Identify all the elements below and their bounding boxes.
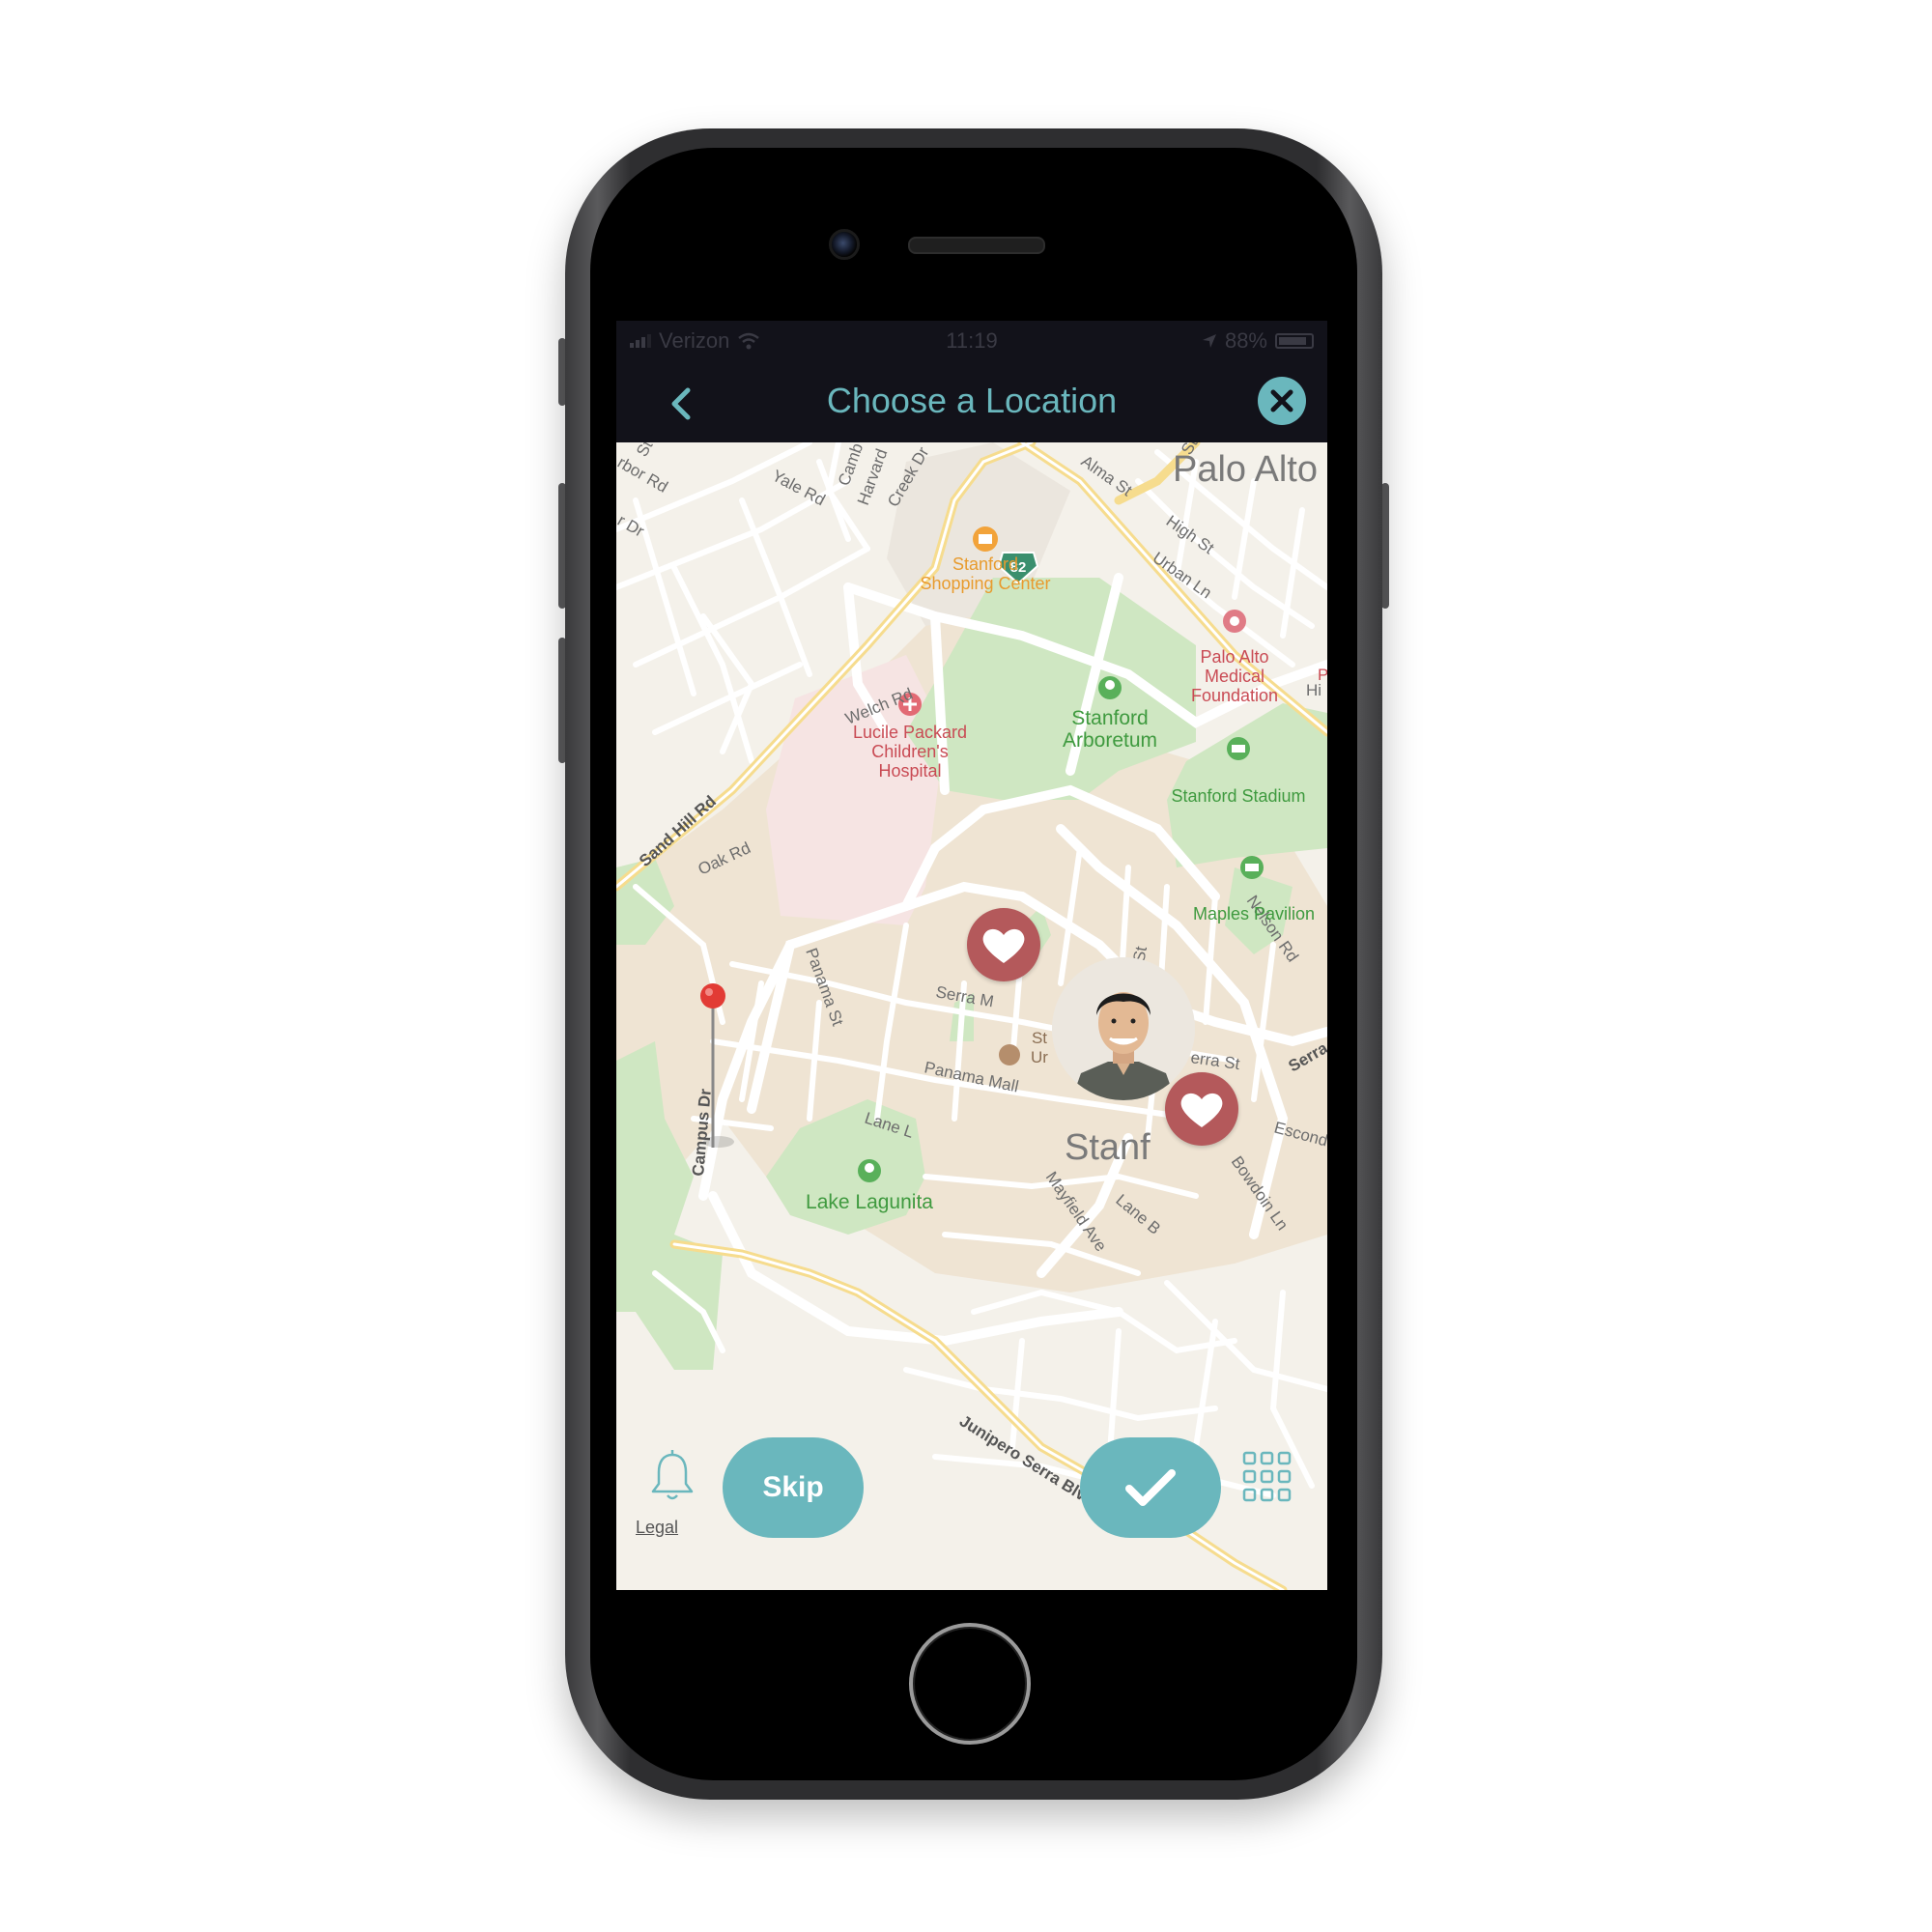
skip-button-label: Skip <box>762 1471 824 1503</box>
place-label-lucile: Hospital <box>878 761 941 781</box>
earpiece-speaker <box>908 237 1045 254</box>
battery-percent: 88% <box>1224 328 1267 353</box>
power-button <box>1381 483 1389 609</box>
map-view[interactable]: 82 Palo Alto Stanf Alma St High St Urban… <box>616 442 1327 1590</box>
close-button[interactable] <box>1258 377 1306 425</box>
place-label-arboretum: Stanford <box>1071 707 1148 729</box>
place-label-stadium: Stanford Stadium <box>1171 786 1305 806</box>
legal-link[interactable]: Legal <box>636 1518 678 1538</box>
close-icon <box>1270 389 1293 412</box>
checkmark-icon <box>1125 1469 1176 1506</box>
place-label-university: Ur <box>1031 1048 1048 1066</box>
home-button[interactable] <box>909 1623 1031 1745</box>
grid-icon <box>1242 1451 1292 1502</box>
place-label-shopping: Stanford <box>952 554 1018 574</box>
status-right: 88% <box>1202 328 1314 354</box>
app-screen: Verizon 11:19 88% Choose a Location 82 P… <box>616 321 1327 1590</box>
city-label-stanford: Stanf <box>1065 1127 1151 1168</box>
street-label: P <box>1318 666 1327 684</box>
place-label-lucile: Lucile Packard <box>853 723 967 742</box>
map-canvas[interactable]: 82 Palo Alto Stanf Alma St High St Urban… <box>616 442 1327 1590</box>
skip-button[interactable]: Skip <box>723 1437 864 1538</box>
place-label-lucile: Children's <box>871 742 948 761</box>
bell-icon <box>651 1450 694 1500</box>
place-label-university: St <box>1032 1029 1047 1047</box>
place-label-arboretum: Arboretum <box>1063 729 1157 752</box>
university-icon <box>999 1044 1020 1065</box>
heart-icon <box>982 928 1025 963</box>
status-bar: Verizon 11:19 88% <box>616 321 1327 359</box>
navigation-bar: Choose a Location <box>616 359 1327 442</box>
front-camera <box>829 229 860 260</box>
location-arrow-icon <box>1202 334 1216 348</box>
page-title: Choose a Location <box>826 381 1118 420</box>
battery-icon <box>1275 333 1314 349</box>
place-label-shopping: Shopping Center <box>920 574 1050 593</box>
notifications-button[interactable] <box>649 1449 696 1503</box>
place-label-maples: Maples Pavilion <box>1193 904 1315 923</box>
grid-menu-button[interactable] <box>1242 1451 1293 1505</box>
place-label-lagunita: Lake Lagunita <box>806 1191 933 1213</box>
place-label-pamf: Palo Alto <box>1200 647 1268 667</box>
heart-icon <box>1180 1093 1223 1127</box>
favorite-marker[interactable] <box>1165 1072 1238 1146</box>
confirm-button[interactable] <box>1080 1437 1221 1538</box>
place-label-pamf: Foundation <box>1191 686 1278 705</box>
place-label-pamf: Medical <box>1205 667 1264 686</box>
user-avatar[interactable] <box>1052 957 1195 1100</box>
favorite-marker[interactable] <box>967 908 1040 981</box>
